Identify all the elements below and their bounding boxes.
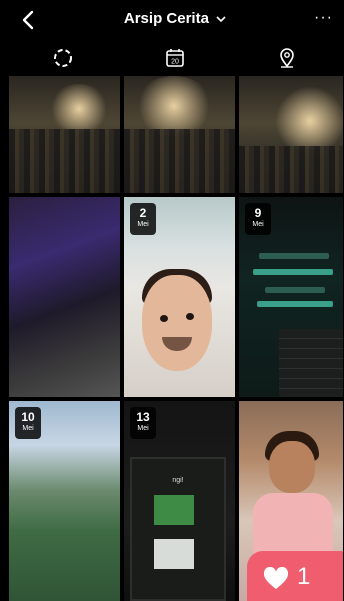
- chevron-down-icon: [216, 16, 226, 23]
- stories-circle-icon: [54, 49, 72, 67]
- story-tile[interactable]: 2 Mei: [124, 197, 235, 397]
- screen-text: ngi!: [172, 477, 184, 484]
- archive-title-dropdown[interactable]: Arsip Cerita: [7, 10, 343, 27]
- story-tile[interactable]: 9 Mei: [239, 197, 343, 397]
- story-tile[interactable]: 10 Mei: [9, 401, 120, 601]
- calendar-icon: 20: [166, 49, 184, 67]
- story-tile[interactable]: [9, 197, 120, 397]
- heart-icon: [263, 567, 289, 589]
- archive-tabs: 20: [7, 40, 343, 76]
- date-badge: 13 Mei: [130, 407, 156, 439]
- location-pin-icon: [280, 48, 294, 68]
- date-badge: 10 Mei: [15, 407, 41, 439]
- like-count: 1: [297, 563, 311, 590]
- story-tile[interactable]: [9, 76, 120, 193]
- date-badge: 9 Mei: [245, 203, 271, 235]
- more-options-button[interactable]: ···: [314, 9, 333, 27]
- header: Arsip Cerita ···: [7, 0, 343, 40]
- story-tile[interactable]: [239, 76, 343, 193]
- story-tile[interactable]: [124, 76, 235, 193]
- page-title: Arsip Cerita: [123, 10, 209, 27]
- tab-stories[interactable]: [7, 40, 119, 76]
- story-grid: 2 Mei 9 Mei 10 Mei ngi! 13 Mei: [7, 76, 343, 601]
- story-archive-screen: Arsip Cerita ··· 20 2 Mei 9 Mei 10 Mei n…: [7, 0, 343, 601]
- date-badge: 2 Mei: [130, 203, 156, 235]
- calendar-day-text: 20: [171, 59, 179, 66]
- story-tile[interactable]: ngi! 13 Mei: [124, 401, 235, 601]
- like-counter[interactable]: 1: [247, 551, 343, 601]
- tab-calendar[interactable]: 20: [119, 40, 231, 76]
- tab-location[interactable]: [231, 40, 343, 76]
